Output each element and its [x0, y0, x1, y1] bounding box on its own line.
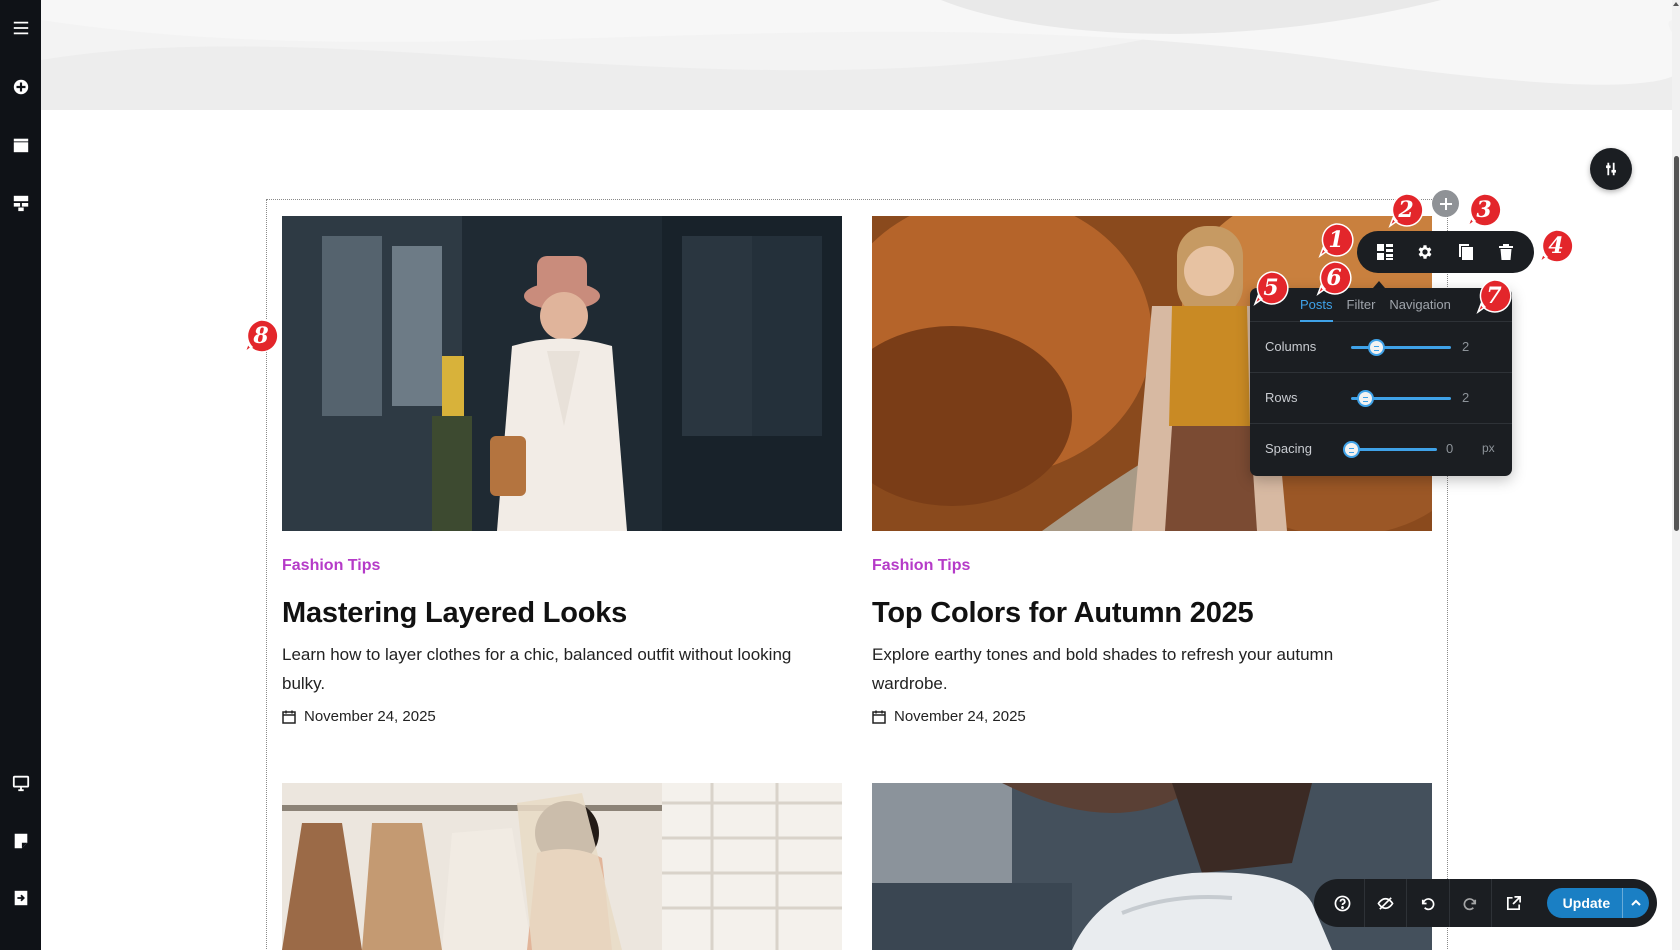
callout-number: 5	[1263, 275, 1279, 301]
scroll-thumb[interactable]	[1674, 156, 1679, 531]
setting-label: Columns	[1265, 339, 1317, 354]
hide-icon	[1377, 896, 1394, 910]
callout-number: 2	[1398, 197, 1414, 223]
redo-icon	[1463, 897, 1476, 910]
post-excerpt-line: Explore earthy tones and bold shades to …	[872, 645, 1334, 664]
page-builder-app: Fashion Tips Mastering Layered Looks Lea…	[0, 0, 1680, 950]
update-button[interactable]: Update	[1547, 895, 1622, 911]
grid-layout-icon	[1377, 244, 1394, 260]
help-button[interactable]	[1322, 879, 1365, 927]
calendar-icon	[282, 710, 296, 724]
callout-number: 3	[1476, 197, 1492, 223]
scroll-up-arrow[interactable]	[1673, 2, 1679, 6]
callout-badge: 5	[1252, 269, 1290, 307]
preview-toggle-button[interactable]	[1365, 879, 1408, 927]
columns-slider-track[interactable]	[1351, 346, 1451, 349]
columns-slider-thumb[interactable]	[1368, 339, 1385, 356]
chevron-up-icon	[1631, 899, 1641, 906]
page-scrollbar[interactable]	[1672, 0, 1680, 950]
callout-number: 1	[1328, 227, 1344, 253]
post-image[interactable]	[282, 783, 842, 950]
settings-button[interactable]	[1406, 233, 1444, 271]
widget-settings-panel: Posts Filter Navigation Columns 2 Rows 2…	[1250, 288, 1512, 476]
left-sidebar	[0, 0, 41, 950]
post-date: November 24, 2025	[282, 708, 842, 725]
duplicate-button[interactable]	[1447, 233, 1485, 271]
copy-icon	[1458, 244, 1473, 260]
post-image[interactable]	[282, 216, 842, 531]
spacing-slider-track[interactable]	[1351, 448, 1437, 451]
plus-icon	[1439, 197, 1452, 210]
widget-toolbar	[1357, 231, 1534, 273]
post-excerpt: Explore earthy tones and bold shades to …	[872, 640, 1432, 698]
callout-badge: 3	[1465, 191, 1503, 229]
callout-badge: 1	[1317, 221, 1355, 259]
sliders-icon	[1606, 162, 1616, 176]
post-excerpt-line: bulky.	[282, 674, 326, 693]
post-date-text: November 24, 2025	[304, 708, 436, 725]
undo-icon	[1422, 897, 1435, 910]
rows-slider-thumb[interactable]	[1357, 390, 1374, 407]
setting-label: Spacing	[1265, 441, 1312, 456]
setting-value[interactable]: 2	[1462, 390, 1469, 405]
callout-badge: 6	[1315, 259, 1353, 297]
desktop-icon[interactable]	[0, 763, 41, 803]
external-link-icon	[1506, 895, 1521, 910]
callout-number: 4	[1548, 233, 1564, 259]
hero-background	[41, 0, 1672, 110]
trash-icon	[1498, 244, 1513, 260]
calendar-icon	[872, 710, 886, 724]
setting-unit[interactable]: px	[1482, 441, 1495, 455]
post-excerpt-line: Learn how to layer clothes for a chic, b…	[282, 645, 792, 664]
update-button-group: Update	[1546, 888, 1649, 918]
menu-icon[interactable]	[0, 8, 41, 48]
setting-label: Rows	[1265, 390, 1298, 405]
notes-icon[interactable]	[0, 821, 41, 861]
callout-number: 6	[1326, 265, 1342, 291]
post-date: November 24, 2025	[872, 708, 1432, 725]
setting-spacing: Spacing 0 px	[1250, 424, 1512, 475]
open-external-button[interactable]	[1492, 879, 1535, 927]
redo-button[interactable]	[1450, 879, 1493, 927]
callout-badge: 8	[242, 317, 280, 355]
post-card[interactable]: Fashion Tips Mastering Layered Looks Lea…	[282, 216, 842, 725]
tab-navigation[interactable]: Navigation	[1389, 288, 1450, 322]
add-widget-handle[interactable]	[1432, 190, 1459, 217]
gear-icon	[1418, 245, 1432, 259]
template-icon[interactable]	[0, 183, 41, 223]
setting-rows: Rows 2	[1250, 373, 1512, 424]
callout-number: 7	[1486, 283, 1502, 309]
callout-badge: 7	[1475, 277, 1513, 315]
post-excerpt-line: wardrobe.	[872, 674, 948, 693]
post-category[interactable]: Fashion Tips	[282, 557, 842, 575]
post-card[interactable]	[282, 783, 842, 950]
undo-button[interactable]	[1407, 879, 1450, 927]
post-category[interactable]: Fashion Tips	[872, 557, 1432, 575]
sliders-toggle-button[interactable]	[1590, 148, 1632, 190]
exit-icon[interactable]	[0, 878, 41, 918]
layout-button[interactable]	[1366, 233, 1404, 271]
callout-badge: 2	[1387, 191, 1425, 229]
setting-columns: Columns 2	[1250, 322, 1512, 373]
add-icon[interactable]	[0, 67, 41, 107]
setting-value[interactable]: 2	[1462, 339, 1469, 354]
post-excerpt: Learn how to layer clothes for a chic, b…	[282, 640, 842, 698]
post-title[interactable]: Mastering Layered Looks	[282, 597, 842, 630]
update-options-button[interactable]	[1622, 888, 1649, 918]
layers-icon[interactable]	[0, 125, 41, 165]
spacing-slider-thumb[interactable]	[1343, 441, 1360, 458]
post-title[interactable]: Top Colors for Autumn 2025	[872, 597, 1432, 630]
help-icon	[1334, 895, 1351, 911]
post-date-text: November 24, 2025	[894, 708, 1026, 725]
callout-badge: 4	[1537, 227, 1575, 265]
setting-value[interactable]: 0	[1446, 441, 1453, 456]
delete-button[interactable]	[1487, 233, 1525, 271]
callout-number: 8	[253, 323, 269, 349]
bottom-action-bar: Update	[1314, 879, 1657, 927]
